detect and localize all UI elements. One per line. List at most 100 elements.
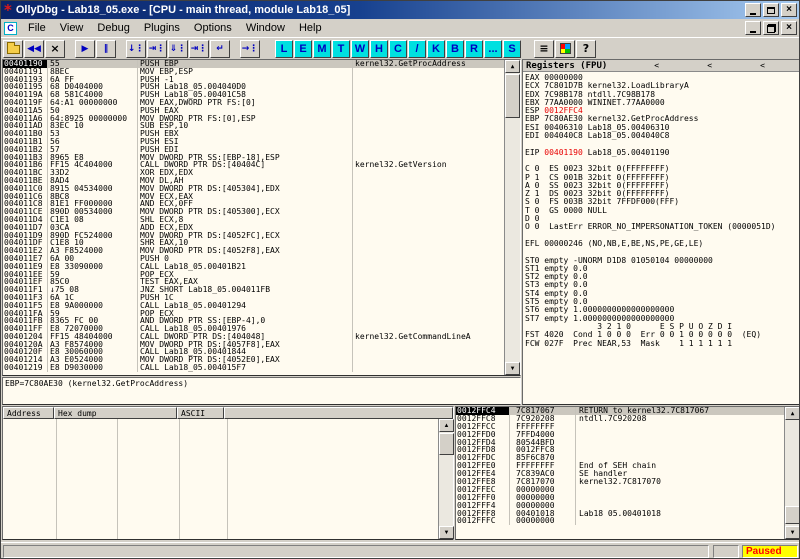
scroll-up-icon[interactable]: ▲ xyxy=(505,60,520,73)
toolbar-threads-button[interactable]: T xyxy=(332,40,350,58)
scrollbar-thumb[interactable] xyxy=(785,506,800,524)
registers-header[interactable]: Registers (FPU) < < < xyxy=(523,60,799,72)
register-line[interactable]: ST2 empty 0.0 xyxy=(523,273,799,281)
dump-scrollbar[interactable]: ▲ ▼ xyxy=(438,419,453,539)
disasm-row[interactable]: 00401214A3 E0524000MOV DWORD PTR DS:[405… xyxy=(3,356,504,364)
dump-header-hex-dump[interactable]: Hex dump xyxy=(54,407,177,419)
dump-body[interactable] xyxy=(3,419,438,539)
stack-row[interactable]: 0012FFF000000000 xyxy=(456,494,784,502)
toolbar-open-button[interactable] xyxy=(3,40,23,58)
disasm-row[interactable]: 004011918BECMOV EBP,ESP xyxy=(3,68,504,76)
disasm-row[interactable]: 004011FFE8 72070000CALL Lab18_05.0040197… xyxy=(3,325,504,333)
register-line[interactable]: ST3 empty 0.0 xyxy=(523,281,799,289)
disasm-row[interactable]: 0040120FE8 30060000CALL Lab18_05.0040184… xyxy=(3,348,504,356)
disasm-row[interactable]: 004011E9E8 33090000CALL Lab18_05.00401B2… xyxy=(3,263,504,271)
scrollbar-thumb[interactable] xyxy=(505,74,520,118)
mdi-restore-button[interactable] xyxy=(763,21,779,35)
maximize-button[interactable] xyxy=(763,3,779,17)
dump-header-address[interactable]: Address xyxy=(3,407,54,419)
register-row[interactable]: EDX 7C98B178 ntdll.7C98B178 xyxy=(523,91,799,99)
disasm-row[interactable]: 004011B257PUSH EDI xyxy=(3,146,504,154)
register-row[interactable]: EDI 004040C8 Lab18_05.004040C8 xyxy=(523,132,799,140)
toolbar-appearance-button[interactable] xyxy=(555,40,575,58)
close-button[interactable]: × xyxy=(781,3,797,17)
menu-view[interactable]: View xyxy=(53,20,91,36)
disasm-row[interactable]: 00401219E8 D9030000CALL Lab18_05.004015F… xyxy=(3,364,504,372)
disasm-row[interactable]: 0040119055PUSH EBPkernel32.GetProcAddres… xyxy=(3,60,504,68)
toolbar-memory-map-button[interactable]: M xyxy=(313,40,331,58)
disasm-row[interactable]: 00401204FF15 48404000CALL DWORD PTR DS:[… xyxy=(3,333,504,341)
disasm-row[interactable]: 004011BE8AD4MOV DL,AH xyxy=(3,177,504,185)
menu-help[interactable]: Help xyxy=(292,20,329,36)
toolbar-help-button[interactable]: ? xyxy=(576,40,596,58)
disasm-row[interactable]: 004011E76A 00PUSH 0 xyxy=(3,255,504,263)
toolbar-references-button[interactable]: R xyxy=(465,40,483,58)
disasm-row[interactable]: 0040119A68 581C4000PUSH Lab18_05.00401C5… xyxy=(3,91,504,99)
title-bar[interactable]: * OllyDbg - Lab18_05.exe - [CPU - main t… xyxy=(1,1,799,19)
scroll-up-icon[interactable]: ▲ xyxy=(785,407,800,420)
toolbar-step-over-button[interactable]: ⇥⋮ xyxy=(147,40,167,58)
toolbar-breakpoints-button[interactable]: B xyxy=(446,40,464,58)
toolbar-close-program-button[interactable]: × xyxy=(45,40,65,58)
register-row[interactable]: ECX 7C801D7B kernel32.LoadLibraryA xyxy=(523,82,799,90)
stack-row[interactable]: 0012FFC47C817067RETURN to kernel32.7C817… xyxy=(456,407,784,415)
disasm-row[interactable]: 004011FB8365 FC 00AND DWORD PTR SS:[EBP-… xyxy=(3,317,504,325)
register-line[interactable]: Z 1 DS 0023 32bit 0(FFFFFFFF) xyxy=(523,190,799,198)
register-line[interactable]: S 0 FS 003B 32bit 7FFDF000(FFF) xyxy=(523,198,799,206)
toolbar-pause-button[interactable]: ‖ xyxy=(96,40,116,58)
toolbar-patches-button[interactable]: / xyxy=(408,40,426,58)
stack-row[interactable]: 0012FFC87C920208ntdll.7C920208 xyxy=(456,415,784,423)
register-row[interactable]: EBX 77AA0000 WININET.77AA0000 xyxy=(523,99,799,107)
toolbar-call-stack-button[interactable]: K xyxy=(427,40,445,58)
register-line[interactable]: FST 4020 Cond 1 0 0 0 Err 0 0 1 0 0 0 0 … xyxy=(523,331,799,339)
register-line[interactable]: ST5 empty 0.0 xyxy=(523,298,799,306)
disasm-row[interactable]: 004011EE59POP ECX xyxy=(3,271,504,279)
menu-options[interactable]: Options xyxy=(187,20,239,36)
toolbar-animate-over-button[interactable]: ⇥⋮ xyxy=(189,40,209,58)
disasm-row[interactable]: 004011C08915 04534000MOV DWORD PTR DS:[4… xyxy=(3,185,504,193)
disasm-row[interactable]: 0040120AA3 F8574000MOV DWORD PTR DS:[405… xyxy=(3,341,504,349)
register-line[interactable]: P 1 CS 001B 32bit 0(FFFFFFFF) xyxy=(523,174,799,182)
register-row[interactable]: EIP 00401190 Lab18_05.00401190 xyxy=(523,149,799,157)
menu-window[interactable]: Window xyxy=(239,20,292,36)
toolbar-step-into-button[interactable]: ↓⋮ xyxy=(126,40,146,58)
disasm-row[interactable]: 004011EF85C0TEST EAX,EAX xyxy=(3,278,504,286)
toolbar-options-list-button[interactable]: ≡ xyxy=(534,40,554,58)
register-row[interactable]: ESI 00406310 Lab18_05.00406310 xyxy=(523,124,799,132)
register-line[interactable]: ST4 empty 0.0 xyxy=(523,290,799,298)
disasm-row[interactable]: 0040119568 D0404000PUSH Lab18_05.004040D… xyxy=(3,83,504,91)
stack-row[interactable]: 0012FFD480544BFD xyxy=(456,439,784,447)
scroll-down-icon[interactable]: ▼ xyxy=(439,526,454,539)
register-line[interactable]: T 0 GS 0000 NULL xyxy=(523,207,799,215)
disasm-row[interactable]: 004011FA59POP ECX xyxy=(3,310,504,318)
register-line[interactable]: C 0 ES 0023 32bit 0(FFFFFFFF) xyxy=(523,165,799,173)
register-line[interactable] xyxy=(523,248,799,256)
stack-row[interactable]: 0012FFF800401018Lab18_05.00401018 xyxy=(456,510,784,518)
scroll-up-icon[interactable]: ▲ xyxy=(439,419,454,432)
disasm-row[interactable]: 004011BC33D2XOR EDX,EDX xyxy=(3,169,504,177)
registers-collapse-chevrons[interactable]: < < < xyxy=(654,61,799,70)
stack-row[interactable]: 0012FFF400000000 xyxy=(456,502,784,510)
disasm-row[interactable]: 004011B156PUSH ESI xyxy=(3,138,504,146)
toolbar-restart-button[interactable]: ◀◀ xyxy=(24,40,44,58)
register-line[interactable]: FCW 027F Prec NEAR,53 Mask 1 1 1 1 1 1 xyxy=(523,340,799,348)
menu-debug[interactable]: Debug xyxy=(90,20,136,36)
disasm-row[interactable]: 004011A664:8925 00000000MOV DWORD PTR FS… xyxy=(3,115,504,123)
stack-row[interactable]: 0012FFE47C839AC0SE handler xyxy=(456,470,784,478)
dump-header-ascii[interactable]: ASCII xyxy=(177,407,224,419)
disasm-row[interactable]: 004011A550PUSH EAX xyxy=(3,107,504,115)
register-row[interactable]: EAX 00000000 xyxy=(523,74,799,82)
stack-row[interactable]: 0012FFE0FFFFFFFFEnd of SEH chain xyxy=(456,462,784,470)
disasm-row[interactable]: 004011CE890D 00534000MOV DWORD PTR DS:[4… xyxy=(3,208,504,216)
register-line[interactable]: ST6 empty 1.0000000000000000000 xyxy=(523,306,799,314)
register-line[interactable]: 3 2 1 0 E S P U O Z D I xyxy=(523,323,799,331)
toolbar-animate-into-button[interactable]: ⇓⋮ xyxy=(168,40,188,58)
stack-row[interactable]: 0012FFD07FFD4000 xyxy=(456,431,784,439)
toolbar-go-to-address-button[interactable]: →⋮ xyxy=(240,40,260,58)
register-line[interactable]: ST0 empty -UNORM D1D8 01050104 00000000 xyxy=(523,257,799,265)
register-row[interactable]: ESP 0012FFC4 xyxy=(523,107,799,115)
scroll-down-icon[interactable]: ▼ xyxy=(505,362,520,375)
toolbar-executables-button[interactable]: E xyxy=(294,40,312,58)
stack-row[interactable]: 0012FFDC85F6C870 xyxy=(456,454,784,462)
disasm-row[interactable]: 004011B6FF15 4C404000CALL DWORD PTR DS:[… xyxy=(3,161,504,169)
